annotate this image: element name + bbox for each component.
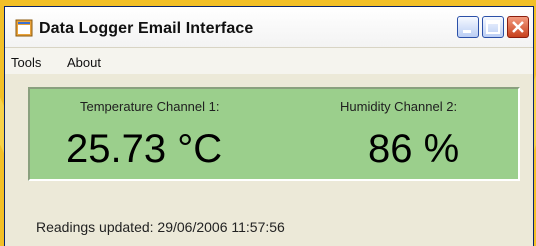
temperature-channel-label: Temperature Channel 1: xyxy=(80,99,220,114)
window-title: Data Logger Email Interface xyxy=(39,20,254,37)
maximize-icon xyxy=(486,20,500,34)
app-window-icon[interactable] xyxy=(15,19,33,37)
status-text: Readings updated: 29/06/2006 11:57:56 xyxy=(36,219,285,235)
humidity-reading: 86 % xyxy=(368,127,460,171)
minimize-button[interactable] xyxy=(457,16,479,38)
minimize-icon xyxy=(463,30,471,33)
temperature-reading: 25.73 °C xyxy=(66,127,223,171)
maximize-button[interactable] xyxy=(482,16,504,38)
close-button[interactable] xyxy=(507,16,529,38)
readings-panel: Temperature Channel 1: Humidity Channel … xyxy=(28,87,520,181)
menu-tools[interactable]: Tools xyxy=(11,55,41,70)
humidity-channel-label: Humidity Channel 2: xyxy=(340,99,458,114)
title-bar[interactable]: Data Logger Email Interface xyxy=(5,7,533,48)
close-icon xyxy=(512,21,524,33)
menu-about[interactable]: About xyxy=(67,55,101,70)
menu-bar: Tools About xyxy=(5,48,533,74)
